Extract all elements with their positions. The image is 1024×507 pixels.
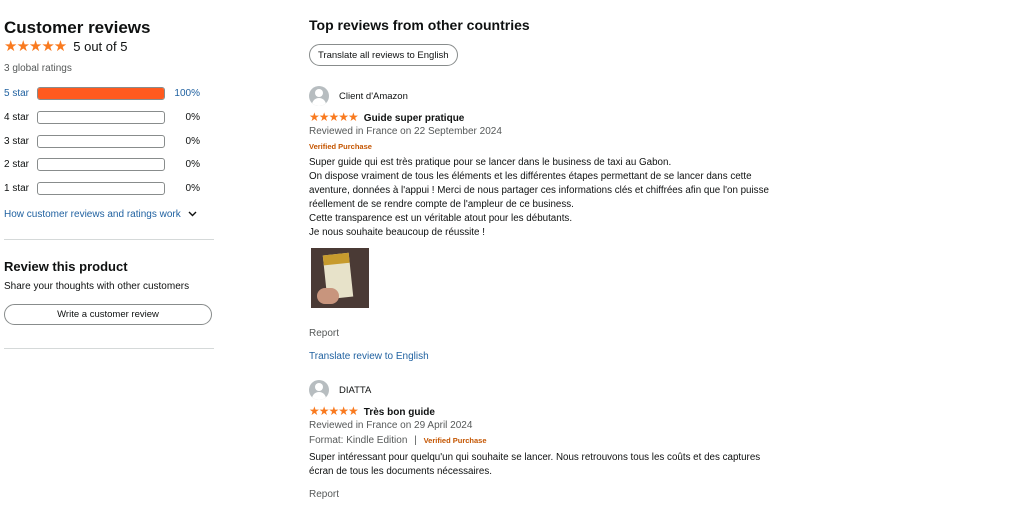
histogram-bar xyxy=(37,111,165,124)
average-rating: ★★★★★ 5 out of 5 xyxy=(4,37,127,55)
review-body-line: Cette transparence est un véritable atou… xyxy=(309,213,573,224)
review-body-line: Super intéressant pour quelqu'un qui sou… xyxy=(309,452,761,463)
histogram-fill xyxy=(38,88,164,99)
review-body-line: aventure, données à l'appui ! Merci de n… xyxy=(309,185,769,196)
reviewer-profile[interactable]: DIATTA xyxy=(309,380,789,400)
review-rating-line[interactable]: ★★★★★ Guide super pratique xyxy=(309,110,464,124)
histogram-row-5-star[interactable]: 5 star 100% xyxy=(4,87,214,101)
customer-reviews-heading: Customer reviews xyxy=(4,18,151,37)
histogram-bar xyxy=(37,135,165,148)
verified-purchase-badge: Verified Purchase xyxy=(423,436,487,445)
review-body-line: On dispose vraiment de tous les éléments… xyxy=(309,171,752,182)
avatar-icon[interactable] xyxy=(309,380,329,400)
histogram-percent: 0% xyxy=(185,159,200,170)
global-ratings-count: 3 global ratings xyxy=(4,63,72,74)
review-body-line: réellement de se rendre compte de l'ampl… xyxy=(309,199,574,210)
divider xyxy=(4,348,214,349)
histogram-percent: 0% xyxy=(185,183,200,194)
write-review-button[interactable]: Write a customer review xyxy=(4,304,212,325)
histogram-bar xyxy=(37,182,165,195)
histogram-label: 3 star xyxy=(4,136,30,147)
review-headline[interactable]: Très bon guide xyxy=(364,407,435,418)
review-item: Client d'Amazon ★★★★★ Guide super pratiqu… xyxy=(309,86,789,366)
report-link[interactable]: Report xyxy=(309,328,339,339)
histogram-bar[interactable] xyxy=(37,87,165,100)
star-rating-icon[interactable]: ★★★★★ xyxy=(309,110,359,124)
report-link[interactable]: Report xyxy=(309,489,339,500)
review-body-line: Super guide qui est très pratique pour s… xyxy=(309,157,672,168)
review-rating-line[interactable]: ★★★★★ Très bon guide xyxy=(309,404,435,418)
histogram-label: 4 star xyxy=(4,112,30,123)
histogram-percent[interactable]: 100% xyxy=(174,88,200,99)
review-product-subtitle: Share your thoughts with other customers xyxy=(4,281,190,292)
review-body-line: Je nous souhaite beaucoup de réussite ! xyxy=(309,227,485,238)
photo-hand xyxy=(317,288,339,304)
histogram-percent: 0% xyxy=(185,136,200,147)
review-product-heading: Review this product xyxy=(4,259,128,274)
reviewer-name[interactable]: Client d'Amazon xyxy=(339,91,408,102)
histogram-row-1-star: 1 star 0% xyxy=(4,182,214,196)
translate-all-button[interactable]: Translate all reviews to English xyxy=(309,44,458,66)
histogram-row-3-star: 3 star 0% xyxy=(4,135,214,149)
review-item: DIATTA ★★★★★ Très bon guide Reviewed in F… xyxy=(309,380,789,505)
verified-purchase-badge: Verified Purchase xyxy=(309,142,372,151)
review-body-line: écran de tous les documents nécessaires. xyxy=(309,466,492,477)
reviewer-profile[interactable]: Client d'Amazon xyxy=(309,86,789,106)
star-rating-icon: ★★★★★ xyxy=(4,38,67,55)
histogram-label[interactable]: 5 star xyxy=(4,88,29,99)
avatar-icon[interactable] xyxy=(309,86,329,106)
histogram-label: 2 star xyxy=(4,159,30,170)
histogram-bar xyxy=(37,158,165,171)
review-date: Reviewed in France on 29 April 2024 xyxy=(309,420,473,431)
top-reviews-heading: Top reviews from other countries xyxy=(309,17,530,33)
how-reviews-work-label[interactable]: How customer reviews and ratings work xyxy=(4,209,181,220)
histogram-label: 1 star xyxy=(4,183,30,194)
review-format-line: Format: Kindle Edition | Verified Purcha… xyxy=(309,435,487,446)
review-date: Reviewed in France on 22 September 2024 xyxy=(309,126,502,137)
histogram-percent: 0% xyxy=(185,112,200,123)
review-photo-thumbnail[interactable] xyxy=(311,248,369,308)
separator: | xyxy=(414,435,417,446)
translate-review-link[interactable]: Translate review to English xyxy=(309,351,429,362)
divider xyxy=(4,239,214,240)
review-format: Format: Kindle Edition xyxy=(309,435,408,446)
star-rating-icon[interactable]: ★★★★★ xyxy=(309,404,359,418)
review-body: Super intéressant pour quelqu'un qui sou… xyxy=(309,451,760,479)
how-reviews-work-link[interactable]: How customer reviews and ratings work xyxy=(4,209,197,220)
histogram-row-2-star: 2 star 0% xyxy=(4,158,214,172)
review-body: Super guide qui est très pratique pour s… xyxy=(309,156,769,240)
histogram-row-4-star: 4 star 0% xyxy=(4,111,214,125)
chevron-down-icon[interactable] xyxy=(188,211,197,217)
reviewer-name[interactable]: DIATTA xyxy=(339,385,371,396)
review-headline[interactable]: Guide super pratique xyxy=(364,113,465,124)
average-rating-text: 5 out of 5 xyxy=(73,38,128,54)
